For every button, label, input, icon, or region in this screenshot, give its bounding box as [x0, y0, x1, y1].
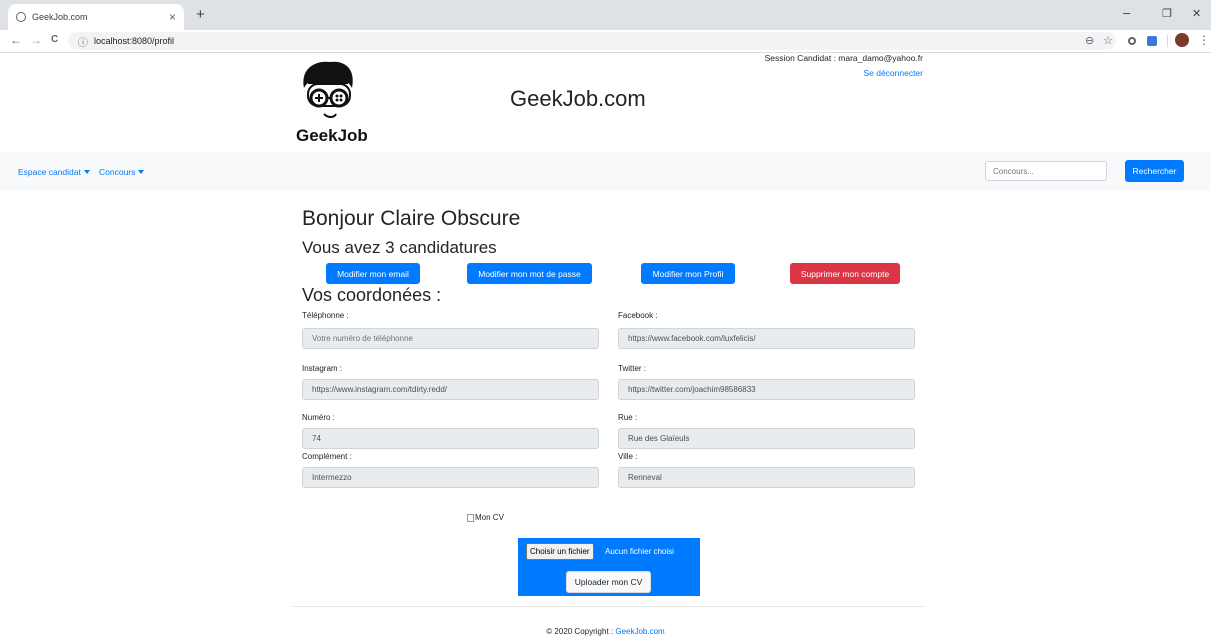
numero-label: Numéro : [302, 413, 335, 422]
nav-concours[interactable]: Concours [99, 167, 145, 177]
complement-field[interactable] [302, 467, 599, 488]
zoom-icon[interactable]: ⊖ [1085, 34, 1094, 47]
footer-divider [293, 606, 925, 607]
extension-icon[interactable] [1128, 37, 1136, 45]
tab-title: GeekJob.com [32, 12, 88, 22]
complement-label: Complément : [302, 452, 352, 461]
edit-password-button[interactable]: Modifier mon mot de passe [467, 263, 592, 284]
browser-tab-bar: GeekJob.com × + – ❐ ✕ [0, 0, 1211, 30]
footer-link[interactable]: GeekJob.com [615, 627, 664, 636]
window-close-icon[interactable]: ✕ [1192, 7, 1201, 20]
delete-account-button[interactable]: Supprimer mon compte [790, 263, 900, 284]
star-icon[interactable]: ☆ [1103, 34, 1113, 47]
broken-image-icon [467, 513, 474, 522]
choose-file-button[interactable]: Choisir un fichier [526, 543, 594, 560]
search-button[interactable]: Rechercher [1125, 160, 1184, 182]
coordinates-heading: Vos coordonées : [302, 285, 442, 305]
back-icon[interactable]: ← [10, 33, 22, 47]
url-text: localhost:8080/profil [94, 36, 175, 46]
url-field[interactable]: ⓘ localhost:8080/profil [68, 32, 1116, 50]
new-tab-icon[interactable]: + [196, 6, 205, 23]
rue-label: Rue : [618, 413, 638, 422]
nav-concours-label: Concours [99, 167, 136, 177]
caret-down-icon [83, 170, 90, 174]
maximize-icon[interactable]: ❐ [1162, 7, 1172, 20]
reload-icon[interactable]: C [51, 34, 58, 45]
address-bar-row: ← → C ⓘ localhost:8080/profil ⊖ ☆ ⋮ [0, 30, 1211, 53]
search-input[interactable] [985, 161, 1107, 181]
info-icon[interactable]: ⓘ [78, 34, 88, 49]
caret-down-icon [138, 170, 145, 174]
telephone-label: Téléphonne : [302, 311, 349, 320]
greeting-heading: Bonjour Claire Obscure [302, 207, 521, 230]
edit-email-button[interactable]: Modifier mon email [326, 263, 420, 284]
site-title: GeekJob.com [510, 86, 646, 111]
rue-field[interactable] [618, 428, 915, 449]
upload-cv-button[interactable]: Uploader mon CV [566, 571, 651, 593]
edit-profile-button[interactable]: Modifier mon Profil [641, 263, 735, 284]
footer-copyright: © 2020 Copyright : [546, 627, 616, 636]
cv-alt-text: Mon CV [475, 513, 504, 522]
nav-espace-candidat-label: Espace candidat [18, 167, 81, 177]
numero-field[interactable] [302, 428, 599, 449]
instagram-field[interactable] [302, 379, 599, 400]
logo-text: GeekJob [296, 126, 368, 145]
nav-espace-candidat[interactable]: Espace candidat [18, 167, 90, 177]
telephone-field[interactable] [302, 328, 599, 349]
file-status: Aucun fichier choisi [605, 547, 674, 556]
logout-link[interactable]: Se déconnecter [863, 68, 923, 78]
tab-close-icon[interactable]: × [169, 10, 176, 24]
twitter-label: Twitter : [618, 364, 647, 373]
cv-image: Mon CV [467, 513, 504, 522]
extension-blue-icon[interactable] [1147, 36, 1157, 46]
forward-icon[interactable]: → [30, 33, 42, 47]
footer: © 2020 Copyright : GeekJob.com [0, 627, 1211, 636]
ville-field[interactable] [618, 467, 915, 488]
facebook-field[interactable] [618, 328, 915, 349]
minimize-icon[interactable]: – [1123, 5, 1130, 20]
applications-count: Vous avez 3 candidatures [302, 238, 497, 257]
twitter-field[interactable] [618, 379, 915, 400]
browser-tab[interactable]: GeekJob.com × [8, 4, 184, 30]
profile-avatar[interactable] [1175, 33, 1189, 47]
session-info: Session Candidat : mara_damo@yahoo.fr [764, 53, 923, 63]
browser-menu-icon[interactable]: ⋮ [1198, 33, 1210, 47]
cv-upload-form: Choisir un fichier Aucun fichier choisi … [518, 538, 700, 596]
ville-label: Ville : [618, 452, 638, 461]
facebook-label: Facebook : [618, 311, 658, 320]
globe-icon [16, 12, 26, 22]
toolbar-divider [1167, 35, 1168, 47]
instagram-label: Instagram : [302, 364, 343, 373]
